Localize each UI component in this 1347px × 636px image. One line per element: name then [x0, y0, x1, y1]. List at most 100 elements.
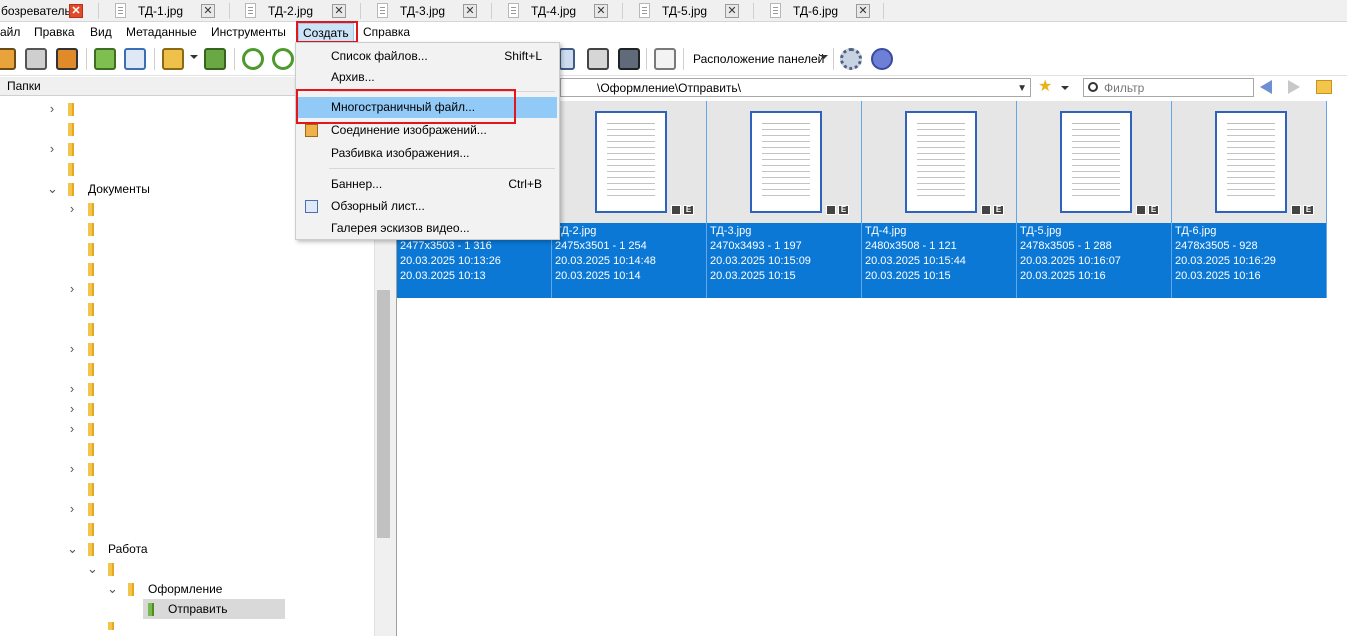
properties-icon[interactable] — [124, 48, 146, 70]
print-icon[interactable] — [587, 48, 609, 70]
chevron-down-icon[interactable]: ⌄ — [67, 539, 78, 559]
thumbnail-created: 20.03.2025 10:14 — [555, 270, 641, 282]
settings-icon[interactable] — [840, 48, 862, 70]
convert-icon[interactable] — [204, 48, 226, 70]
join-images-icon — [305, 124, 318, 137]
tab-label: ТД-3.jpg — [400, 4, 446, 18]
thumbnail-item[interactable]: E ТД-5.jpg 2478x3505 - 1 288 20.03.2025 … — [1017, 101, 1172, 298]
thumbnail-item[interactable]: E ТД-2.jpg 2475x3501 - 1 254 20.03.2025 … — [552, 101, 707, 298]
menu-file[interactable]: айл — [0, 22, 20, 42]
thumbnail-item[interactable]: E ТД-3.jpg 2470x3493 - 1 197 20.03.2025 … — [707, 101, 862, 298]
folder-icon — [128, 583, 134, 596]
back-arrow-icon[interactable] — [1260, 80, 1272, 94]
tab-browser[interactable]: бозреватель ✕ — [0, 0, 88, 22]
close-icon[interactable]: ✕ — [725, 4, 739, 18]
menu-item-file-list[interactable]: Список файлов... Shift+L — [298, 46, 557, 67]
menu-item-contact-sheet[interactable]: Обзорный лист... — [298, 196, 557, 217]
chevron-right-icon[interactable]: › — [67, 279, 77, 299]
rotate-right-icon[interactable] — [272, 48, 294, 70]
tab-divider — [622, 3, 623, 19]
wallpaper-icon[interactable] — [56, 48, 78, 70]
menu-edit[interactable]: Правка — [34, 22, 75, 42]
chevron-right-icon[interactable]: › — [67, 459, 77, 479]
address-bar[interactable]: \Оформление\Отправить\ ▼ — [560, 78, 1031, 97]
tab-td-1[interactable]: ТД-1.jpg ✕ — [110, 0, 220, 22]
menu-item-banner[interactable]: Баннер... Ctrl+B — [298, 174, 557, 195]
chevron-down-icon[interactable]: ⌄ — [107, 579, 118, 599]
thumbnail-item[interactable]: E ТД-6.jpg 2478x3505 - 928 20.03.2025 10… — [1172, 101, 1327, 298]
folder-icon — [108, 622, 114, 630]
tab-divider — [753, 3, 754, 19]
chevron-down-icon[interactable]: ▼ — [1017, 83, 1027, 94]
close-icon[interactable]: ✕ — [856, 4, 870, 18]
tab-td-6[interactable]: ТД-6.jpg ✕ — [765, 0, 883, 22]
chevron-right-icon[interactable]: › — [47, 99, 57, 119]
forward-arrow-icon[interactable] — [1288, 80, 1300, 94]
scan-icon[interactable] — [618, 48, 640, 70]
tab-td-4[interactable]: ТД-4.jpg ✕ — [503, 0, 621, 22]
tab-td-3[interactable]: ТД-3.jpg ✕ — [372, 0, 490, 22]
menu-create[interactable]: Создать — [298, 23, 354, 43]
chevron-down-icon[interactable] — [820, 55, 828, 59]
thumbnail-item[interactable]: E ТД-4.jpg 2480x3508 - 1 121 20.03.2025 … — [862, 101, 1017, 298]
chevron-right-icon[interactable]: › — [67, 399, 77, 419]
rotate-left-icon[interactable] — [242, 48, 264, 70]
compare-icon[interactable] — [654, 48, 676, 70]
favorites-star-icon[interactable]: ★ — [1038, 79, 1054, 95]
menu-tools[interactable]: Инструменты — [211, 22, 286, 42]
thumbnail-name: ТД-2.jpg — [555, 225, 597, 237]
folder-icon — [88, 403, 94, 416]
chevron-right-icon[interactable]: › — [67, 379, 77, 399]
tree-node-label: Оформление — [148, 582, 223, 596]
filter-input[interactable]: Фильтр — [1083, 78, 1254, 97]
tree-node-label: Отправить — [168, 602, 228, 616]
chevron-right-icon[interactable]: › — [47, 139, 57, 159]
chevron-right-icon[interactable]: › — [67, 339, 77, 359]
menu-item-video-thumbnails[interactable]: Галерея эскизов видео... — [298, 218, 557, 239]
new-folder-icon[interactable] — [1316, 80, 1332, 94]
menu-item-multipage-file[interactable]: Многостраничный файл... — [298, 97, 557, 118]
tree-node-send[interactable]: Отправить — [143, 599, 285, 619]
tab-td-5[interactable]: ТД-5.jpg ✕ — [634, 0, 752, 22]
chevron-down-icon[interactable]: ⌄ — [47, 179, 58, 199]
menu-item-join-images[interactable]: Соединение изображений... — [298, 120, 557, 141]
screen-icon[interactable] — [559, 48, 575, 70]
menu-item-archive[interactable]: Архив... — [298, 67, 557, 88]
menu-item-split-image[interactable]: Разбивка изображения... — [298, 143, 557, 164]
close-icon[interactable]: ✕ — [69, 4, 83, 18]
close-icon[interactable]: ✕ — [463, 4, 477, 18]
move-to-icon[interactable] — [162, 48, 184, 70]
folder-icon — [88, 203, 94, 216]
help-icon[interactable] — [871, 48, 893, 70]
slideshow-icon[interactable] — [0, 48, 16, 70]
chevron-down-icon[interactable] — [190, 55, 198, 59]
scrollbar-thumb[interactable] — [377, 290, 390, 538]
folder-icon — [88, 543, 94, 556]
chevron-right-icon[interactable]: › — [67, 199, 77, 219]
close-icon[interactable]: ✕ — [332, 4, 346, 18]
layer-badge-icon — [1136, 205, 1146, 215]
thumbnail-info: ТД-2.jpg 2475x3501 - 1 254 20.03.2025 10… — [555, 224, 705, 284]
chevron-down-icon[interactable] — [1061, 86, 1069, 90]
menu-view[interactable]: Вид — [90, 22, 112, 42]
fullscreen-icon[interactable] — [25, 48, 47, 70]
menu-separator — [329, 91, 555, 92]
document-preview — [750, 111, 822, 213]
chevron-down-icon[interactable]: ⌄ — [87, 559, 98, 579]
panel-layout-button[interactable]: Расположение панелей — [693, 50, 824, 68]
menu-item-shortcut: Ctrl+B — [508, 177, 542, 191]
close-icon[interactable]: ✕ — [201, 4, 215, 18]
chevron-right-icon[interactable]: › — [67, 419, 77, 439]
thumbnail-name: ТД-6.jpg — [1175, 225, 1217, 237]
menu-help[interactable]: Справка — [363, 22, 410, 42]
menu-metadata[interactable]: Метаданные — [126, 22, 197, 42]
folder-icon — [68, 163, 74, 176]
copy-to-icon[interactable] — [94, 48, 116, 70]
menu-item-label: Архив... — [331, 70, 375, 84]
image-file-icon — [770, 3, 781, 18]
chevron-right-icon[interactable]: › — [67, 499, 77, 519]
tab-td-2[interactable]: ТД-2.jpg ✕ — [240, 0, 358, 22]
menu-item-shortcut: Shift+L — [504, 49, 542, 63]
tab-divider — [229, 3, 230, 19]
close-icon[interactable]: ✕ — [594, 4, 608, 18]
